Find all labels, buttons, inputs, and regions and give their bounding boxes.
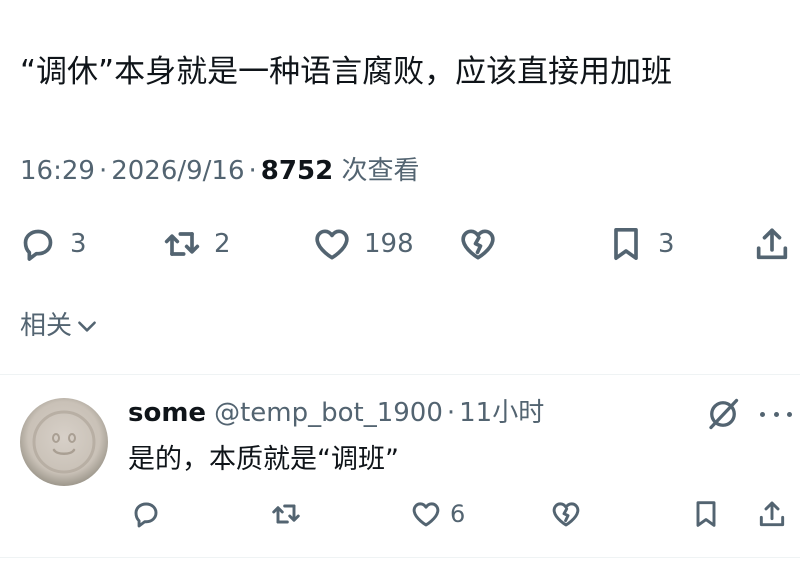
reply-reply-button[interactable]	[130, 494, 162, 534]
meta-separator: ·	[248, 156, 257, 186]
tweet-action-bar: 3 2 198 3	[0, 218, 800, 270]
grok-icon	[709, 398, 739, 430]
share-button[interactable]	[752, 218, 792, 270]
reply-author-handle[interactable]: @temp_bot_1900	[214, 394, 443, 432]
tweet-time[interactable]: 16:29	[20, 156, 95, 186]
avatar-face-icon	[32, 410, 96, 474]
reply-like-count: 6	[450, 500, 466, 528]
grok-button[interactable]	[705, 396, 741, 432]
chevron-down-icon	[78, 321, 96, 332]
reply-action-bar: 6	[0, 494, 800, 534]
retweet-icon	[164, 232, 200, 256]
share-icon	[759, 501, 785, 527]
reply-like-button[interactable]: 6	[410, 494, 465, 534]
dislike-button[interactable]	[458, 218, 498, 270]
reply-share-button[interactable]	[756, 494, 788, 534]
reply-separator: ·	[446, 398, 456, 428]
broken-heart-icon	[552, 502, 580, 527]
reply-time[interactable]: 11小时	[459, 394, 544, 432]
avatar[interactable]	[20, 398, 108, 486]
related-toggle[interactable]: 相关	[20, 308, 100, 344]
more-dot-icon	[787, 411, 792, 417]
reply-header: some @temp_bot_1900 · 11小时	[128, 394, 544, 432]
divider	[0, 374, 800, 375]
reply-icon	[23, 229, 53, 261]
reply-bookmark-button[interactable]	[690, 494, 722, 534]
reply-dislike-button[interactable]	[550, 494, 582, 534]
share-icon	[756, 228, 788, 260]
heart-icon	[412, 502, 440, 527]
more-dot-icon	[773, 411, 779, 417]
reply-count: 3	[70, 229, 87, 259]
meta-separator: ·	[98, 156, 108, 186]
views-count[interactable]: 8752	[261, 156, 333, 186]
tweet-text: “调休”本身就是一种语言腐败，应该直接用加班	[20, 54, 673, 90]
views-label[interactable]: 次查看	[341, 156, 419, 186]
reply-icon	[134, 502, 158, 528]
related-label: 相关	[20, 311, 73, 341]
retweet-icon	[272, 504, 300, 524]
heart-icon	[315, 229, 349, 260]
bookmark-count: 3	[658, 229, 675, 259]
tweet-date[interactable]: 2026/9/16	[111, 156, 244, 186]
bookmark-icon	[614, 228, 638, 260]
reply-author-name[interactable]: some	[128, 394, 206, 432]
like-button[interactable]: 198	[312, 218, 414, 270]
reply-button[interactable]: 3	[18, 218, 87, 270]
reply-text: 是的，本质就是“调班”	[128, 444, 399, 475]
bookmark-button[interactable]: 3	[606, 218, 675, 270]
divider	[0, 557, 800, 558]
reply-retweet-button[interactable]	[270, 494, 302, 534]
more-dot-icon	[760, 411, 765, 417]
like-count: 198	[364, 229, 414, 259]
broken-heart-icon	[461, 229, 495, 260]
tweet-meta: 16:29 · 2026/9/16 · 8752 次查看	[20, 153, 419, 189]
more-button[interactable]	[760, 396, 792, 432]
bookmark-icon	[696, 501, 716, 527]
retweet-button[interactable]: 2	[162, 218, 231, 270]
retweet-count: 2	[214, 229, 231, 259]
